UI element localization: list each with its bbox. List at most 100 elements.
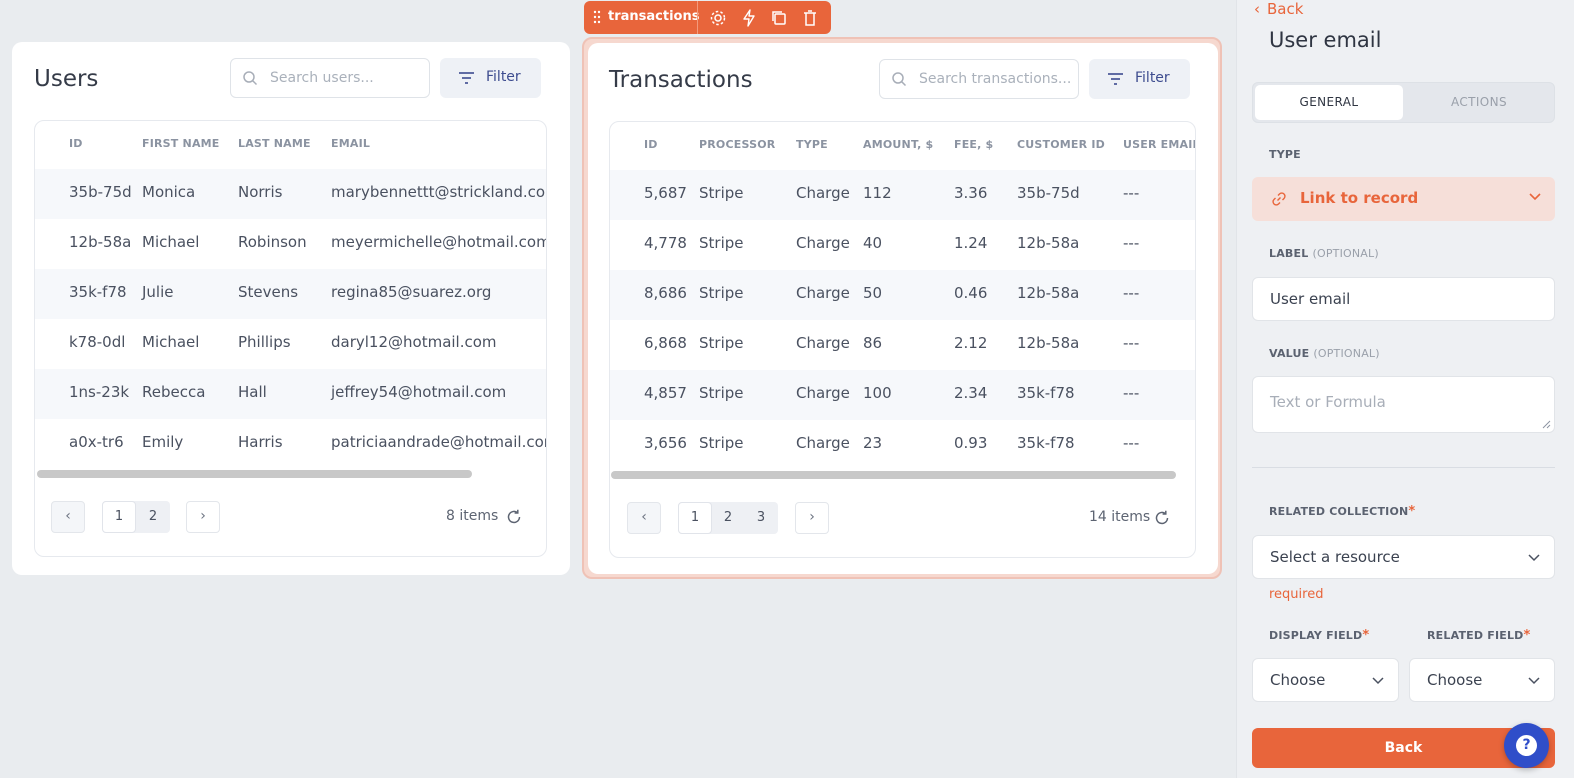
related-field-label: RELATED FIELD* <box>1427 628 1531 643</box>
copy-icon[interactable] <box>770 9 788 27</box>
column-header[interactable]: LAST NAME <box>238 137 311 150</box>
column-header[interactable]: TYPE <box>796 138 828 151</box>
cell-type: Charge <box>796 384 850 402</box>
users-search-placeholder: Search users... <box>270 70 374 86</box>
cell-first-name: Julie <box>142 283 174 301</box>
related-collection-label: RELATED COLLECTION* <box>1269 504 1415 519</box>
filter-icon <box>459 72 474 84</box>
resize-handle-icon[interactable] <box>1542 420 1551 429</box>
cell-customer-id: 12b-58a <box>1017 234 1080 252</box>
transactions-horizontal-scrollbar[interactable] <box>611 471 1176 479</box>
transactions-table-card[interactable]: Transactions Search transactions... Filt… <box>588 43 1218 574</box>
cell-fee: 1.24 <box>954 234 988 252</box>
table-row[interactable]: 35b-75d Monica Norris marybennettt@stric… <box>35 169 546 219</box>
table-row[interactable]: a0x-tr6 Emily Harris patriciaandrade@hot… <box>35 419 546 469</box>
column-header[interactable]: USER EMAIL <box>1123 138 1195 151</box>
value-textarea-placeholder: Text or Formula <box>1270 393 1386 411</box>
column-header[interactable]: ID <box>644 138 658 151</box>
related-field-select[interactable]: Choose <box>1409 658 1555 702</box>
column-header[interactable]: FEE, $ <box>954 138 993 151</box>
tab-actions[interactable]: ACTIONS <box>1405 85 1553 120</box>
chevron-right-icon: › <box>200 508 206 524</box>
transactions-filter-button[interactable]: Filter <box>1089 59 1190 99</box>
users-horizontal-scrollbar[interactable] <box>37 470 472 478</box>
component-name: transactions <box>608 9 700 24</box>
type-label: TYPE <box>1269 148 1301 161</box>
cell-email: meyermichelle@hotmail.com <box>331 233 547 251</box>
cell-type: Charge <box>796 284 850 302</box>
display-field-label: DISPLAY FIELD* <box>1269 628 1369 643</box>
type-select[interactable]: Link to record <box>1252 177 1555 221</box>
cell-fee: 0.46 <box>954 284 988 302</box>
chevron-down-icon <box>1372 677 1384 685</box>
trash-icon[interactable] <box>801 9 819 27</box>
users-page-2[interactable]: 2 <box>136 501 170 533</box>
table-row[interactable]: 4,778 Stripe Charge 40 1.24 12b-58a --- <box>610 220 1195 270</box>
question-icon: ? <box>1516 735 1537 756</box>
cell-user-email: --- <box>1123 184 1140 202</box>
table-row[interactable]: 35k-f78 Julie Stevens regina85@suarez.or… <box>35 269 546 319</box>
chevron-left-icon: ‹ <box>65 508 71 524</box>
column-header[interactable]: EMAIL <box>331 137 370 150</box>
value-textarea[interactable]: Text or Formula <box>1252 376 1555 433</box>
column-header[interactable]: AMOUNT, $ <box>863 138 933 151</box>
label-input[interactable]: User email <box>1252 277 1555 321</box>
cell-last-name: Hall <box>238 383 267 401</box>
table-row[interactable]: 1ns-23k Rebecca Hall jeffrey54@hotmail.c… <box>35 369 546 419</box>
refresh-icon[interactable] <box>506 509 522 525</box>
transactions-page-2[interactable]: 2 <box>711 502 745 534</box>
cell-first-name: Monica <box>142 183 196 201</box>
chevron-down-icon <box>1529 193 1541 201</box>
table-row[interactable]: 12b-58a Michael Robinson meyermichelle@h… <box>35 219 546 269</box>
transactions-items-count: 14 items <box>1089 509 1151 525</box>
transactions-search-input[interactable]: Search transactions... <box>879 59 1079 99</box>
related-collection-label-text: RELATED COLLECTION <box>1269 505 1409 518</box>
users-page-1[interactable]: 1 <box>102 501 136 533</box>
cell-id: 1ns-23k <box>69 383 130 401</box>
users-filter-button[interactable]: Filter <box>440 58 541 98</box>
cell-processor: Stripe <box>699 434 744 452</box>
help-button[interactable]: ? <box>1504 723 1549 768</box>
gear-icon[interactable] <box>709 9 727 27</box>
tab-general[interactable]: GENERAL <box>1255 85 1403 120</box>
cell-first-name: Rebecca <box>142 383 206 401</box>
display-field-select[interactable]: Choose <box>1252 658 1399 702</box>
cell-id: 4,857 <box>644 384 687 402</box>
cell-fee: 2.34 <box>954 384 988 402</box>
table-row[interactable]: 3,656 Stripe Charge 23 0.93 35k-f78 --- <box>610 420 1195 470</box>
transactions-prev-page-button[interactable]: ‹ <box>627 502 661 534</box>
users-search-input[interactable]: Search users... <box>230 58 430 98</box>
column-header[interactable]: CUSTOMER ID <box>1017 138 1105 151</box>
refresh-icon[interactable] <box>1154 510 1170 526</box>
table-row[interactable]: 4,857 Stripe Charge 100 2.34 35k-f78 --- <box>610 370 1195 420</box>
cell-user-email: --- <box>1123 234 1140 252</box>
users-items-count: 8 items <box>446 508 499 524</box>
column-header[interactable]: PROCESSOR <box>699 138 775 151</box>
cell-user-email: --- <box>1123 284 1140 302</box>
chevron-right-icon: › <box>809 509 815 525</box>
optional-tag: (OPTIONAL) <box>1313 347 1380 360</box>
users-next-page-button[interactable]: › <box>186 501 220 533</box>
transactions-search-placeholder: Search transactions... <box>919 71 1072 87</box>
table-row[interactable]: 5,687 Stripe Charge 112 3.36 35b-75d --- <box>610 170 1195 220</box>
table-row[interactable]: 8,686 Stripe Charge 50 0.46 12b-58a --- <box>610 270 1195 320</box>
cell-processor: Stripe <box>699 284 744 302</box>
users-prev-page-button[interactable]: ‹ <box>51 501 85 533</box>
table-row[interactable]: 6,868 Stripe Charge 86 2.12 12b-58a --- <box>610 320 1195 370</box>
transactions-next-page-button[interactable]: › <box>795 502 829 534</box>
lightning-icon[interactable] <box>740 9 758 27</box>
column-header[interactable]: FIRST NAME <box>142 137 220 150</box>
users-table: ID FIRST NAME LAST NAME EMAIL 35b-75d Mo… <box>34 120 547 557</box>
cell-id: 5,687 <box>644 184 687 202</box>
chevron-left-icon: ‹ <box>641 509 647 525</box>
transactions-page-3[interactable]: 3 <box>744 502 778 534</box>
required-mark: * <box>1362 628 1370 643</box>
cell-id: k78-0dl <box>69 333 126 351</box>
users-table-card: Users Search users... Filter ID FIRST NA… <box>12 42 570 575</box>
column-header[interactable]: ID <box>69 137 83 150</box>
drag-handle-icon[interactable] <box>593 10 601 24</box>
back-link[interactable]: ‹ Back <box>1254 0 1303 18</box>
related-collection-select[interactable]: Select a resource <box>1252 535 1555 579</box>
table-row[interactable]: k78-0dl Michael Phillips daryl12@hotmail… <box>35 319 546 369</box>
transactions-page-1[interactable]: 1 <box>678 502 712 534</box>
